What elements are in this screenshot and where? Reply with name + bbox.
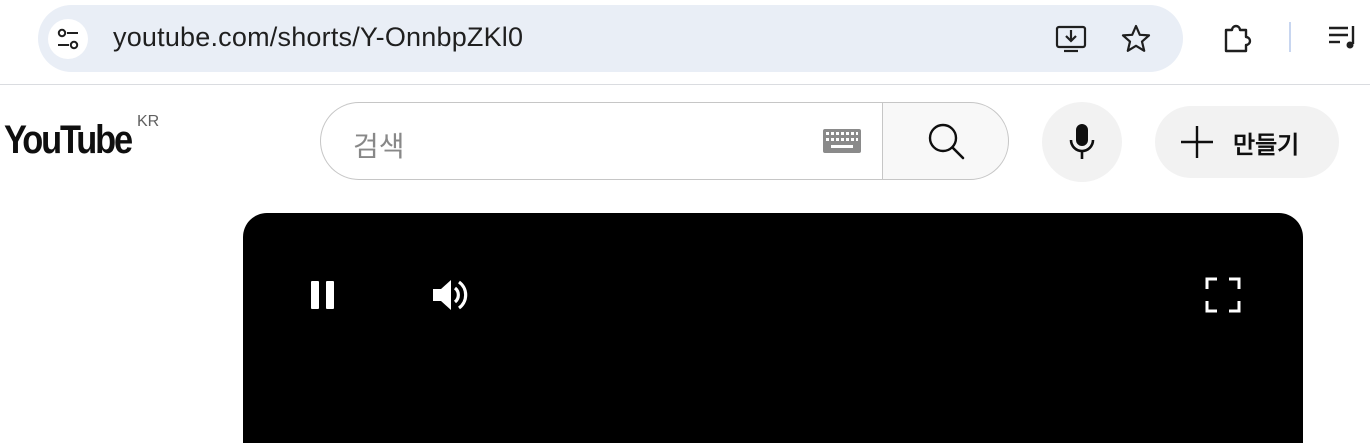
- install-app-icon: [1055, 25, 1087, 53]
- address-bar[interactable]: youtube.com/shorts/Y-OnnbpZKl0: [38, 5, 1183, 72]
- bookmark-star-icon: [1121, 24, 1151, 52]
- extensions-button[interactable]: [1220, 20, 1254, 54]
- volume-icon: [433, 280, 468, 310]
- pause-icon: [311, 281, 334, 309]
- search-input[interactable]: 검색: [320, 102, 882, 180]
- volume-button[interactable]: [429, 275, 473, 315]
- url-text[interactable]: youtube.com/shorts/Y-OnnbpZKl0: [113, 22, 523, 53]
- create-label: 만들기: [1233, 130, 1300, 159]
- shorts-video-player[interactable]: [243, 213, 1303, 443]
- install-app-button[interactable]: [1055, 23, 1087, 55]
- plus-icon: [1179, 124, 1215, 160]
- search-icon: [928, 123, 964, 160]
- toolbar-divider: [1289, 22, 1291, 52]
- search-placeholder: 검색: [353, 130, 405, 163]
- pause-button[interactable]: [307, 277, 339, 313]
- reading-list-button[interactable]: [1326, 20, 1360, 54]
- browser-toolbar: youtube.com/shorts/Y-OnnbpZKl0: [0, 0, 1370, 85]
- microphone-icon: [1069, 124, 1095, 159]
- create-button[interactable]: 만들기: [1155, 106, 1339, 178]
- fullscreen-button[interactable]: [1203, 275, 1243, 315]
- bookmark-button[interactable]: [1120, 23, 1152, 55]
- keyboard-icon[interactable]: [823, 129, 861, 153]
- tune-icon: [57, 28, 79, 50]
- fullscreen-icon: [1205, 277, 1241, 313]
- site-info-button[interactable]: [48, 19, 88, 59]
- country-code: KR: [137, 113, 160, 130]
- reading-list-icon: [1329, 26, 1355, 49]
- search-button[interactable]: [882, 102, 1009, 180]
- voice-search-button[interactable]: [1042, 102, 1122, 182]
- youtube-logo[interactable]: YouTube: [4, 118, 133, 163]
- extensions-icon: [1224, 24, 1252, 53]
